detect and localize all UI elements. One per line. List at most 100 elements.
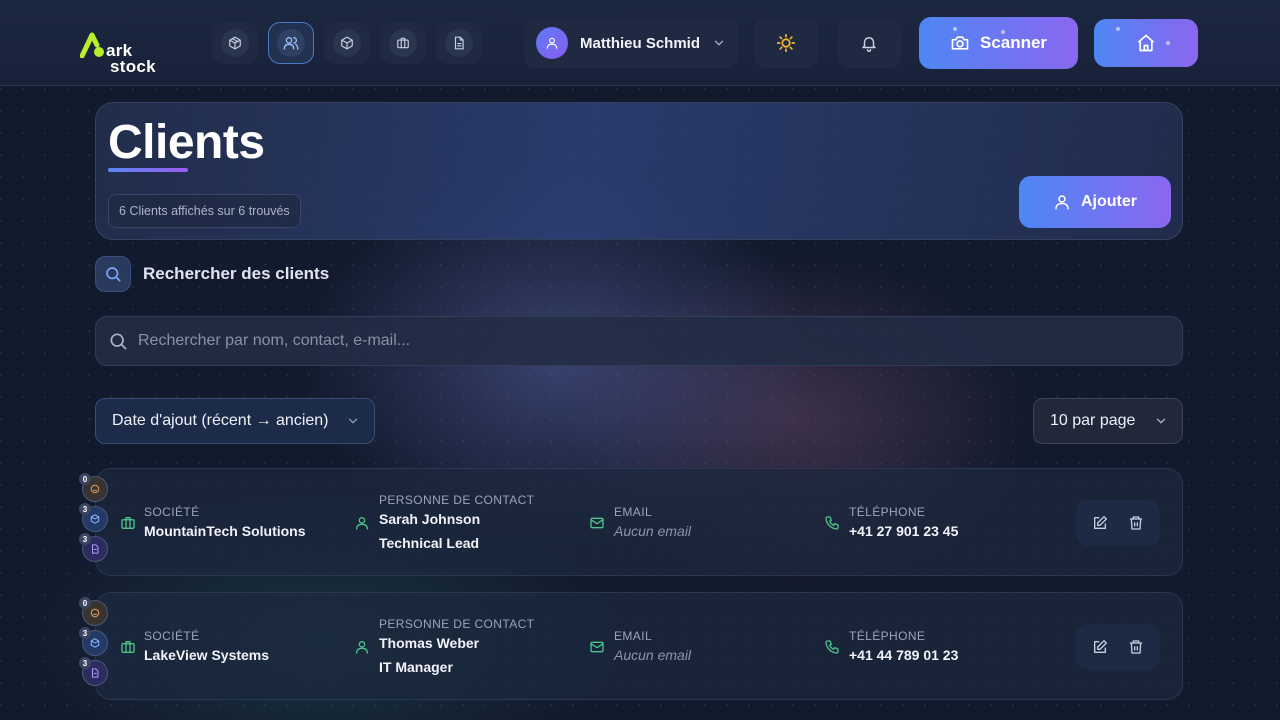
document-icon — [92, 544, 99, 554]
ark-stock-logo[interactable]: ark stock — [80, 26, 170, 75]
company-label: SOCIÉTÉ — [144, 505, 200, 519]
mail-icon — [590, 641, 604, 653]
edit-icon — [1094, 516, 1107, 529]
quotes-count-badge[interactable]: 0 — [79, 473, 108, 502]
trash-icon — [1130, 640, 1142, 654]
products-count-badge[interactable]: 3 — [79, 503, 108, 532]
contact-role: Technical Lead — [379, 535, 480, 551]
chevron-down-icon — [1156, 418, 1166, 424]
badge-count: 3 — [79, 657, 91, 669]
contact-role: IT Manager — [379, 659, 453, 675]
add-client-label: Ajouter — [1081, 193, 1137, 210]
edit-icon — [1094, 640, 1107, 653]
add-client-button[interactable]: Ajouter — [1019, 176, 1171, 228]
nav-companies-button[interactable] — [380, 22, 426, 64]
sparkle-decoration — [953, 27, 957, 31]
sort-select[interactable]: Date d'ajout (récent → ancien) — [95, 398, 375, 444]
phone-label: TÉLÉPHONE — [849, 629, 926, 643]
company-label: SOCIÉTÉ — [144, 629, 200, 643]
document-icon — [92, 668, 99, 678]
phone-icon — [825, 516, 839, 530]
box-icon — [229, 36, 241, 50]
user-name: Matthieu Schmid — [580, 34, 701, 52]
search-section-header: Rechercher des clients — [95, 256, 329, 292]
email-value: Aucun email — [614, 523, 692, 539]
badge-count: 3 — [79, 627, 91, 639]
title-underline — [108, 168, 188, 172]
nav-clients-button[interactable] — [268, 22, 314, 64]
contact-label: PERSONNE DE CONTACT — [379, 493, 535, 507]
client-row[interactable]: 0 3 3 SOCIÉTÉ LakeView Systems PERSONNE … — [79, 592, 1183, 700]
phone-icon — [825, 640, 839, 654]
smile-icon — [90, 484, 100, 494]
scanner-label: Scanner — [979, 33, 1048, 52]
sparkle-decoration — [1116, 27, 1120, 31]
user-icon — [1055, 195, 1069, 210]
badge-count: 3 — [79, 533, 91, 545]
logo-wordmark: ark stock — [106, 27, 170, 91]
notifications-button[interactable] — [837, 18, 901, 68]
badge-count: 3 — [79, 503, 91, 515]
sun-icon — [776, 33, 796, 53]
email-label: EMAIL — [614, 629, 653, 643]
company-name: MountainTech Solutions — [144, 523, 306, 539]
user-menu[interactable]: Matthieu Schmid — [524, 18, 738, 68]
edit-button[interactable] — [1086, 509, 1114, 537]
search-section-icon — [95, 256, 131, 292]
nav-products-button[interactable] — [212, 22, 258, 64]
client-row[interactable]: 0 3 3 SOCIÉTÉ MountainTech Solutions PER… — [79, 468, 1183, 576]
page-header-card: Clients 6 Clients affichés sur 6 trouvés… — [95, 102, 1183, 240]
camera-icon — [951, 36, 969, 50]
theme-toggle-button[interactable] — [754, 18, 818, 68]
smile-icon — [90, 608, 100, 618]
chevron-down-icon — [348, 418, 358, 424]
scanner-button[interactable]: Scanner — [919, 17, 1078, 69]
phone-label: TÉLÉPHONE — [849, 505, 926, 519]
search-icon — [106, 267, 121, 282]
row-actions — [1076, 500, 1160, 546]
box-icon — [90, 514, 100, 524]
box-icon — [90, 638, 100, 648]
home-icon — [1137, 34, 1155, 52]
sparkle-decoration — [1001, 30, 1005, 34]
users-icon — [283, 37, 299, 50]
documents-count-badge[interactable]: 3 — [79, 533, 108, 562]
per-page-select[interactable]: 10 par page — [1033, 398, 1183, 444]
per-page-value: 10 par page — [1050, 412, 1136, 429]
phone-value: +41 27 901 23 45 — [849, 523, 959, 539]
edit-button[interactable] — [1086, 633, 1114, 661]
sparkle-decoration — [1166, 41, 1170, 45]
quotes-count-badge[interactable]: 0 — [79, 597, 108, 626]
company-name: LakeView Systems — [144, 647, 270, 663]
badge-count: 0 — [79, 473, 91, 485]
avatar — [536, 27, 568, 59]
bell-icon — [862, 37, 876, 52]
search-input[interactable] — [138, 332, 1182, 350]
home-button[interactable] — [1094, 19, 1198, 67]
contact-name: Thomas Weber — [379, 635, 480, 651]
search-section-title: Rechercher des clients — [143, 264, 330, 283]
user-icon — [356, 517, 368, 530]
email-value: Aucun email — [614, 647, 692, 663]
contact-label: PERSONNE DE CONTACT — [379, 617, 535, 631]
sort-select-value: Date d'ajout (récent → ancien) — [112, 412, 329, 429]
briefcase-icon — [397, 37, 409, 49]
logo-line-2: stock — [110, 57, 156, 76]
delete-button[interactable] — [1122, 633, 1150, 661]
products-count-badge[interactable]: 3 — [79, 627, 108, 656]
package-icon — [341, 36, 353, 50]
contact-name: Sarah Johnson — [379, 511, 481, 527]
search-icon — [110, 333, 127, 350]
phone-value: +41 44 789 01 23 — [849, 647, 959, 663]
email-label: EMAIL — [614, 505, 653, 519]
row-actions — [1076, 624, 1160, 670]
briefcase-icon — [121, 641, 135, 653]
trash-icon — [1130, 516, 1142, 530]
user-icon — [356, 641, 368, 654]
nav-documents-button[interactable] — [436, 22, 482, 64]
nav-inventory-button[interactable] — [324, 22, 370, 64]
user-icon — [546, 37, 558, 49]
documents-count-badge[interactable]: 3 — [79, 657, 108, 686]
delete-button[interactable] — [1122, 509, 1150, 537]
search-box[interactable] — [95, 316, 1183, 366]
